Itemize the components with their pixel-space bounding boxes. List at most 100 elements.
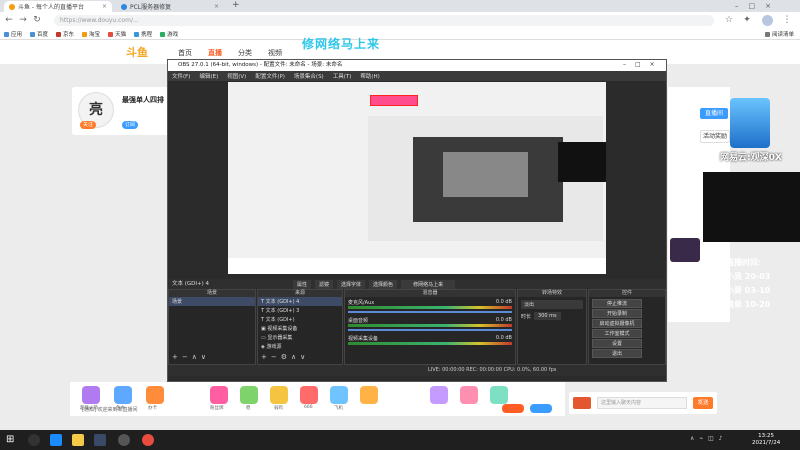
bookmark-item[interactable]: 京东: [56, 30, 74, 38]
bookmark-item[interactable]: 应用: [4, 30, 22, 38]
gift-icon[interactable]: [300, 386, 318, 404]
source-item[interactable]: ▭ 显示器采集: [258, 333, 342, 342]
menu-profile[interactable]: 配置文件(P): [255, 72, 285, 80]
live-room-button[interactable]: 直播间: [700, 108, 728, 119]
transition-select[interactable]: 淡出: [521, 300, 583, 309]
filters-button[interactable]: 滤镜: [315, 280, 334, 289]
bookmark-icon: [134, 31, 140, 37]
obs-icon[interactable]: [118, 434, 130, 446]
bookmark-item[interactable]: 游戏: [160, 30, 178, 38]
forward-icon[interactable]: →: [18, 15, 28, 25]
chat-input[interactable]: 这里输入聊天内容: [597, 397, 687, 409]
select-font-button[interactable]: 选择字体: [337, 280, 366, 289]
text-value-field[interactable]: 修网络马上来: [401, 280, 456, 289]
menu-icon[interactable]: ⋮: [782, 15, 792, 25]
steam-icon[interactable]: [94, 434, 106, 446]
bookmark-item[interactable]: 百度: [30, 30, 48, 38]
folder-icon[interactable]: [72, 434, 84, 446]
reload-icon[interactable]: ↻: [32, 15, 42, 25]
bag-button[interactable]: [530, 404, 552, 413]
transitions-dock: 转场特效 淡出 时长 300 ms: [517, 289, 587, 365]
properties-button[interactable]: 属性: [293, 280, 312, 289]
menu-help[interactable]: 帮助(H): [360, 72, 379, 80]
obs-window: OBS 27.0.1 (64-bit, windows) - 配置文件: 未命名…: [167, 59, 667, 382]
exit-button[interactable]: 退出: [592, 349, 642, 358]
start-recording-button[interactable]: 开始录制: [592, 309, 642, 318]
nav-live[interactable]: 直播: [208, 48, 222, 58]
source-item[interactable]: ▣ 视频采集设备: [258, 324, 342, 333]
virtual-camera-button[interactable]: 启动虚拟摄像机: [592, 319, 642, 328]
search-icon[interactable]: [28, 434, 40, 446]
fan-badge-icon[interactable]: [210, 386, 228, 404]
rocket-gift-icon[interactable]: [82, 386, 100, 404]
send-button[interactable]: 发送: [693, 397, 713, 409]
scene-item[interactable]: 场景: [169, 297, 255, 306]
emoji-icon[interactable]: [573, 397, 591, 409]
source-item[interactable]: T 文本 (GDI+) 3: [258, 306, 342, 315]
gift-icon[interactable]: [430, 386, 448, 404]
tab-douyu[interactable]: 斗鱼 - 每个人的直播平台 ×: [4, 1, 112, 12]
menu-view[interactable]: 视图(V): [227, 72, 246, 80]
scene-controls[interactable]: +−∧∨: [172, 353, 210, 361]
bookmark-item[interactable]: 淘宝: [82, 30, 100, 38]
gift-label: 粉丝牌: [210, 406, 224, 411]
obs-window-controls[interactable]: –□×: [623, 61, 664, 68]
start-icon[interactable]: ⊞: [6, 434, 18, 446]
extensions-icon[interactable]: ✦: [742, 15, 752, 25]
volume-slider[interactable]: [348, 329, 512, 331]
nav-category[interactable]: 分类: [238, 48, 252, 58]
gift-label: 飞机: [334, 406, 343, 411]
card-gift-icon[interactable]: [146, 386, 164, 404]
volume-slider[interactable]: [348, 311, 512, 313]
new-tab-button[interactable]: +: [232, 0, 240, 10]
bookmark-item[interactable]: 天猫: [108, 30, 126, 38]
star-icon[interactable]: ☆: [724, 15, 734, 25]
studio-mode-button[interactable]: 工作室模式: [592, 329, 642, 338]
mixer-channel: 视频采集设备 0.0 dB: [345, 333, 515, 347]
close-icon[interactable]: ×: [102, 3, 107, 10]
source-controls[interactable]: +−⚙∧∨: [261, 353, 309, 361]
menu-edit[interactable]: 编辑(E): [199, 72, 218, 80]
subscribe-button[interactable]: 订阅: [122, 121, 139, 129]
gift-icon[interactable]: [460, 386, 478, 404]
menu-tools[interactable]: 工具(T): [333, 72, 352, 80]
menu-scene-collection[interactable]: 场景集合(S): [294, 72, 324, 80]
settings-button[interactable]: 设置: [592, 339, 642, 348]
site-logo[interactable]: 斗鱼: [126, 44, 148, 60]
close-icon[interactable]: ×: [214, 3, 219, 10]
follow-button[interactable]: 关注: [80, 121, 97, 129]
source-item[interactable]: T 文本 (GDI+): [258, 315, 342, 324]
chrome-icon[interactable]: [142, 434, 154, 446]
fishball-gift-icon[interactable]: [114, 386, 132, 404]
obs-preview[interactable]: [228, 82, 606, 274]
stop-streaming-button[interactable]: 停止推流: [592, 299, 642, 308]
nav-video[interactable]: 视频: [268, 48, 282, 58]
gift-icon[interactable]: [270, 386, 288, 404]
recharge-button[interactable]: [502, 404, 524, 413]
dock-header: 控件: [589, 290, 665, 297]
nav-home[interactable]: 首页: [178, 48, 192, 58]
tab-pcl[interactable]: PCL服务器修复 ×: [116, 1, 224, 12]
source-item[interactable]: ◈ 游戏源: [258, 342, 342, 351]
clock[interactable]: 13:25 2021/7/24: [752, 433, 780, 447]
preview-gift-row: [228, 258, 606, 274]
bookmarks-bar: 应用 百度 京东 淘宝 天猫 携程 游戏 阅读清单: [0, 29, 800, 40]
gift-icon[interactable]: [360, 386, 378, 404]
app-icon[interactable]: [50, 434, 62, 446]
address-bar[interactable]: https://www.douyu.com/...: [54, 15, 714, 26]
plane-gift-icon[interactable]: [330, 386, 348, 404]
window-controls[interactable]: –□×: [735, 2, 781, 10]
back-icon[interactable]: ←: [4, 15, 14, 25]
menu-file[interactable]: 文件(F): [172, 72, 190, 80]
bookmark-item[interactable]: 携程: [134, 30, 152, 38]
promo-banner[interactable]: [730, 98, 770, 148]
reading-list[interactable]: 阅读清单: [764, 30, 794, 38]
gift-icon[interactable]: [490, 386, 508, 404]
system-tray[interactable]: ∧⌁◫♪: [690, 435, 728, 442]
source-item[interactable]: T 文本 (GDI+) 4: [258, 297, 342, 306]
select-color-button[interactable]: 选择颜色: [369, 280, 398, 289]
gift-icon[interactable]: [240, 386, 258, 404]
profile-avatar[interactable]: [762, 15, 773, 26]
activity-reward-button[interactable]: 活动奖励: [700, 130, 730, 143]
duration-input[interactable]: 300 ms: [534, 312, 561, 320]
